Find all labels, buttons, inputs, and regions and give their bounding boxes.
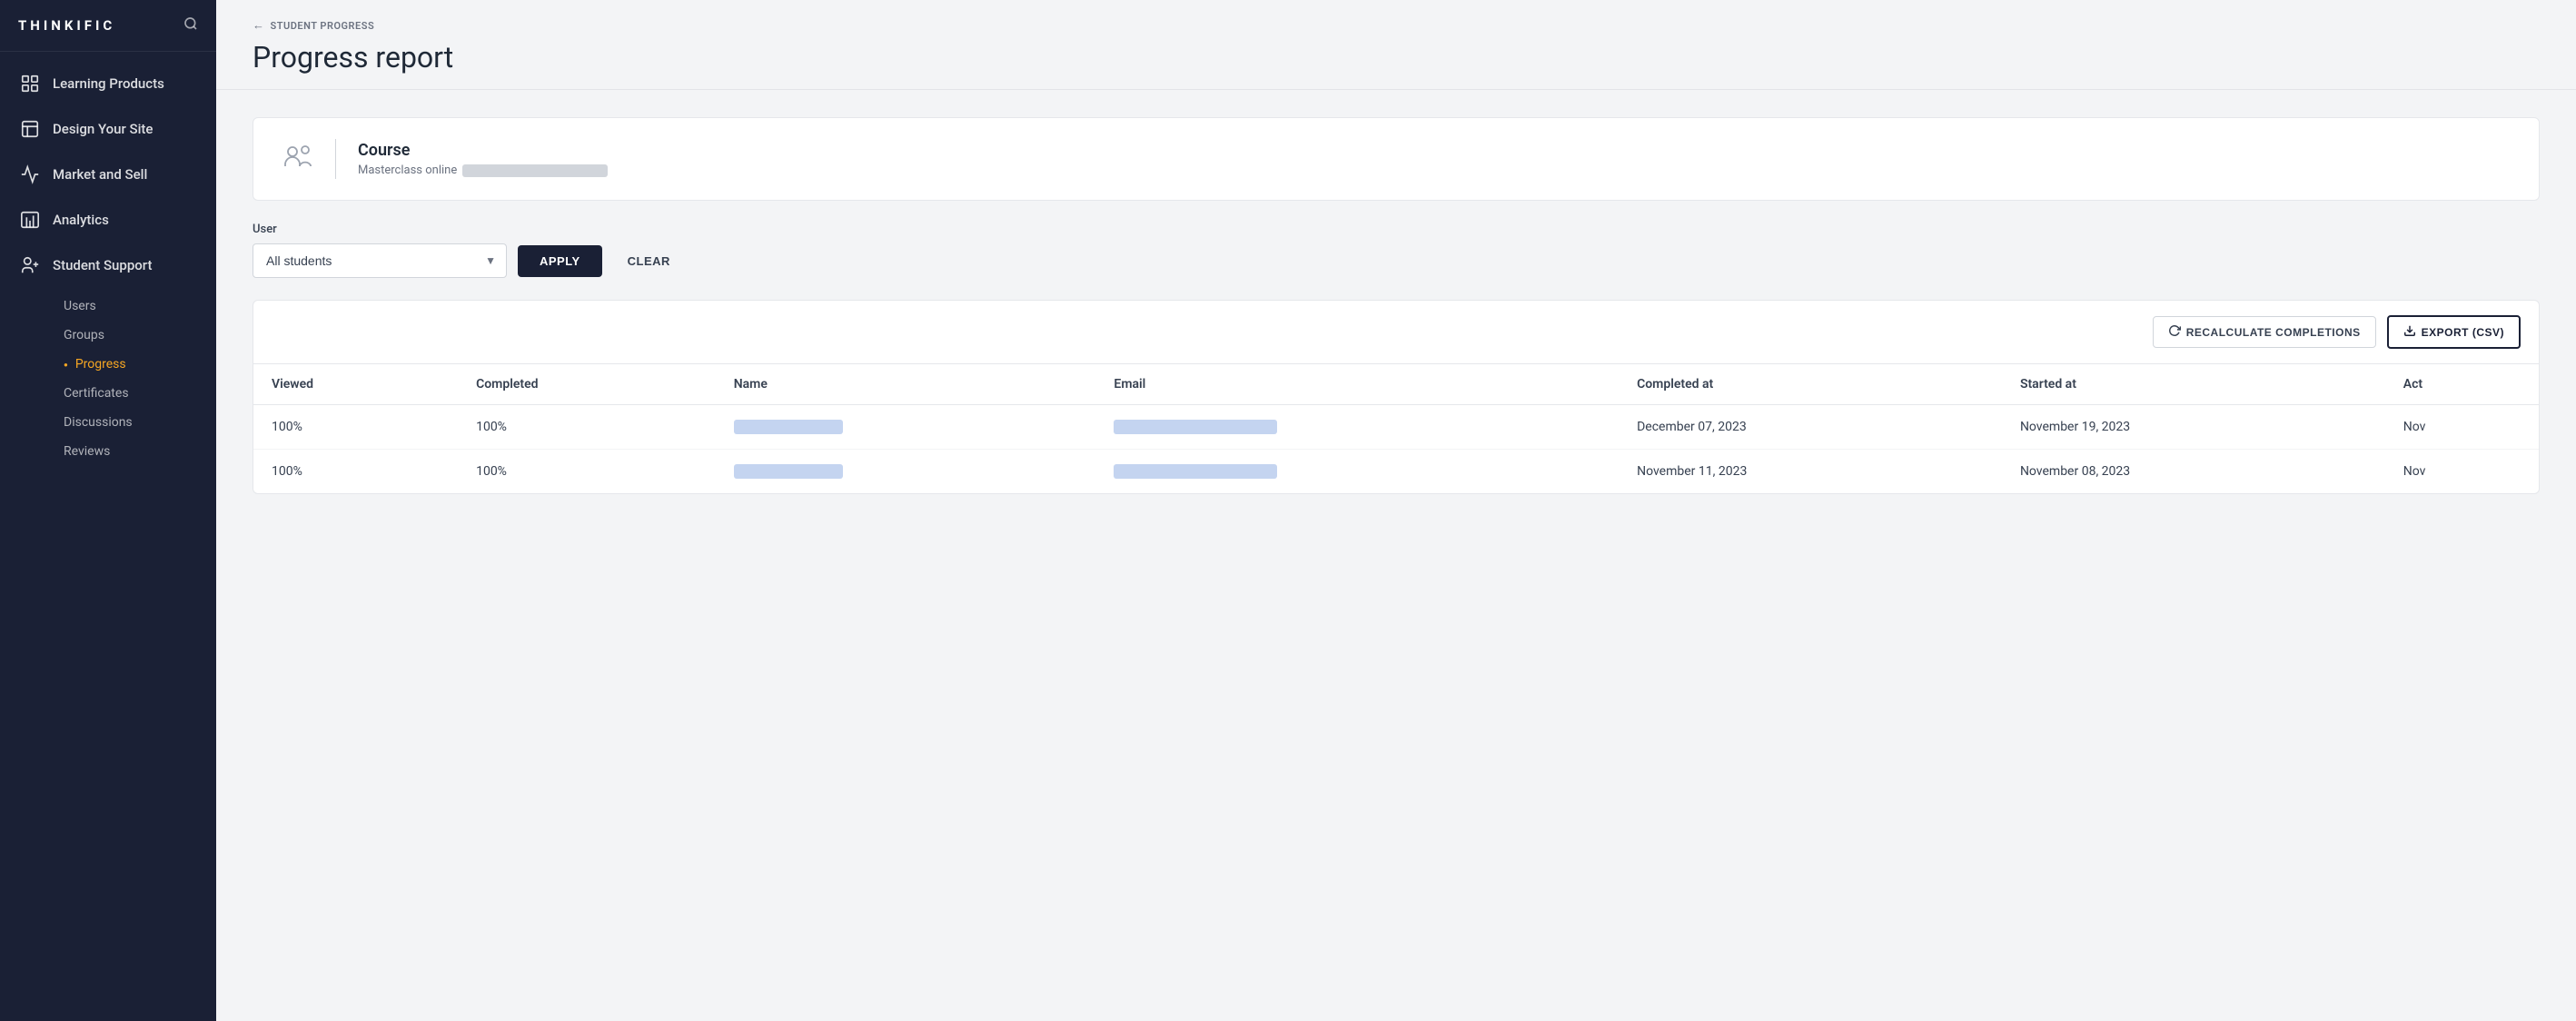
sidebar-logo: THINKIFIC: [0, 0, 216, 52]
col-completed-at: Completed at: [1619, 364, 2002, 405]
analytics-icon: [20, 210, 40, 230]
page-title: Progress report: [253, 40, 2540, 74]
sidebar-item-design-your-site[interactable]: Design Your Site: [0, 106, 216, 152]
row1-email: [1095, 405, 1619, 450]
sidebar-item-label: Design Your Site: [53, 121, 153, 137]
filter-label: User: [253, 223, 2540, 236]
sidebar-item-reviews[interactable]: Reviews: [53, 437, 216, 466]
col-viewed: Viewed: [253, 364, 458, 405]
sidebar-item-student-support[interactable]: Student Support: [0, 243, 216, 288]
row2-viewed: 100%: [253, 450, 458, 494]
clear-button[interactable]: CLEAR: [613, 245, 685, 277]
course-name: Masterclass online: [358, 164, 457, 177]
row2-email: [1095, 450, 1619, 494]
table-row: 100% 100% November 11, 2023 November 08,…: [253, 450, 2539, 494]
sidebar-item-progress[interactable]: Progress: [53, 350, 216, 379]
student-support-subnav: Users Groups Progress Certificates Discu…: [0, 288, 216, 470]
recalculate-icon: [2168, 324, 2181, 340]
sidebar-item-label: Analytics: [53, 212, 109, 228]
apply-button[interactable]: APPLY: [518, 245, 602, 277]
page-header: ← STUDENT PROGRESS Progress report: [216, 0, 2576, 90]
sidebar-item-users[interactable]: Users: [53, 292, 216, 321]
design-icon: [20, 119, 40, 139]
course-details: Course Masterclass online: [358, 141, 608, 177]
table-actions: RECALCULATE COMPLETIONS EXPORT (CSV): [253, 301, 2539, 364]
row2-name: [716, 450, 1096, 494]
col-completed: Completed: [458, 364, 716, 405]
search-icon[interactable]: [183, 16, 198, 35]
col-email: Email: [1095, 364, 1619, 405]
sidebar-item-label: Market and Sell: [53, 166, 147, 183]
learning-products-icon: [20, 74, 40, 94]
filter-section: User All students ▼ APPLY CLEAR: [253, 223, 2540, 278]
sidebar-item-learning-products[interactable]: Learning Products: [0, 61, 216, 106]
table-row: 100% 100% December 07, 2023 November 19,…: [253, 405, 2539, 450]
market-icon: [20, 164, 40, 184]
name-blurred: [734, 420, 843, 434]
breadcrumb-label: STUDENT PROGRESS: [271, 20, 375, 32]
filter-row: All students ▼ APPLY CLEAR: [253, 243, 2540, 278]
col-started-at: Started at: [2002, 364, 2385, 405]
export-button[interactable]: EXPORT (CSV): [2387, 315, 2521, 349]
app-logo: THINKIFIC: [18, 17, 115, 34]
course-icon: [275, 136, 321, 182]
sidebar-item-discussions[interactable]: Discussions: [53, 408, 216, 437]
course-type-label: Course: [358, 141, 608, 160]
course-url-blurred: [462, 164, 608, 177]
table-header-row: Viewed Completed Name Email Completed at…: [253, 364, 2539, 405]
row1-viewed: 100%: [253, 405, 458, 450]
user-select[interactable]: All students: [253, 243, 507, 278]
sidebar-item-market-and-sell[interactable]: Market and Sell: [0, 152, 216, 197]
row2-started-at: November 08, 2023: [2002, 450, 2385, 494]
row1-completed-at: December 07, 2023: [1619, 405, 2002, 450]
sidebar-item-label: Student Support: [53, 257, 152, 273]
row2-completed-at: November 11, 2023: [1619, 450, 2002, 494]
progress-table: Viewed Completed Name Email Completed at…: [253, 364, 2539, 493]
export-label: EXPORT (CSV): [2422, 326, 2504, 339]
row2-completed: 100%: [458, 450, 716, 494]
name-blurred: [734, 464, 843, 479]
sidebar-item-groups[interactable]: Groups: [53, 321, 216, 350]
email-blurred: [1114, 464, 1277, 479]
recalculate-button[interactable]: RECALCULATE COMPLETIONS: [2153, 316, 2376, 348]
sidebar: THINKIFIC Learning Products: [0, 0, 216, 1021]
row2-action: Nov: [2385, 450, 2539, 494]
course-info-card: Course Masterclass online: [253, 117, 2540, 201]
row1-started-at: November 19, 2023: [2002, 405, 2385, 450]
course-subtitle: Masterclass online: [358, 164, 608, 177]
content-area: Course Masterclass online User All stude…: [216, 90, 2576, 1021]
col-name: Name: [716, 364, 1096, 405]
export-icon: [2403, 324, 2416, 340]
sidebar-item-label: Learning Products: [53, 75, 164, 92]
row1-action: Nov: [2385, 405, 2539, 450]
email-blurred: [1114, 420, 1277, 434]
sidebar-navigation: Learning Products Design Your Site Marke…: [0, 52, 216, 479]
support-icon: [20, 255, 40, 275]
sidebar-item-analytics[interactable]: Analytics: [0, 197, 216, 243]
row1-name: [716, 405, 1096, 450]
main-content: ← STUDENT PROGRESS Progress report Cours…: [216, 0, 2576, 1021]
back-arrow-icon[interactable]: ←: [253, 18, 265, 33]
row1-completed: 100%: [458, 405, 716, 450]
sidebar-item-certificates[interactable]: Certificates: [53, 379, 216, 408]
user-select-wrapper: All students ▼: [253, 243, 507, 278]
col-action: Act: [2385, 364, 2539, 405]
recalculate-label: RECALCULATE COMPLETIONS: [2186, 326, 2361, 339]
course-divider: [335, 139, 336, 179]
table-card: RECALCULATE COMPLETIONS EXPORT (CSV): [253, 300, 2540, 494]
breadcrumb: ← STUDENT PROGRESS: [253, 18, 2540, 33]
